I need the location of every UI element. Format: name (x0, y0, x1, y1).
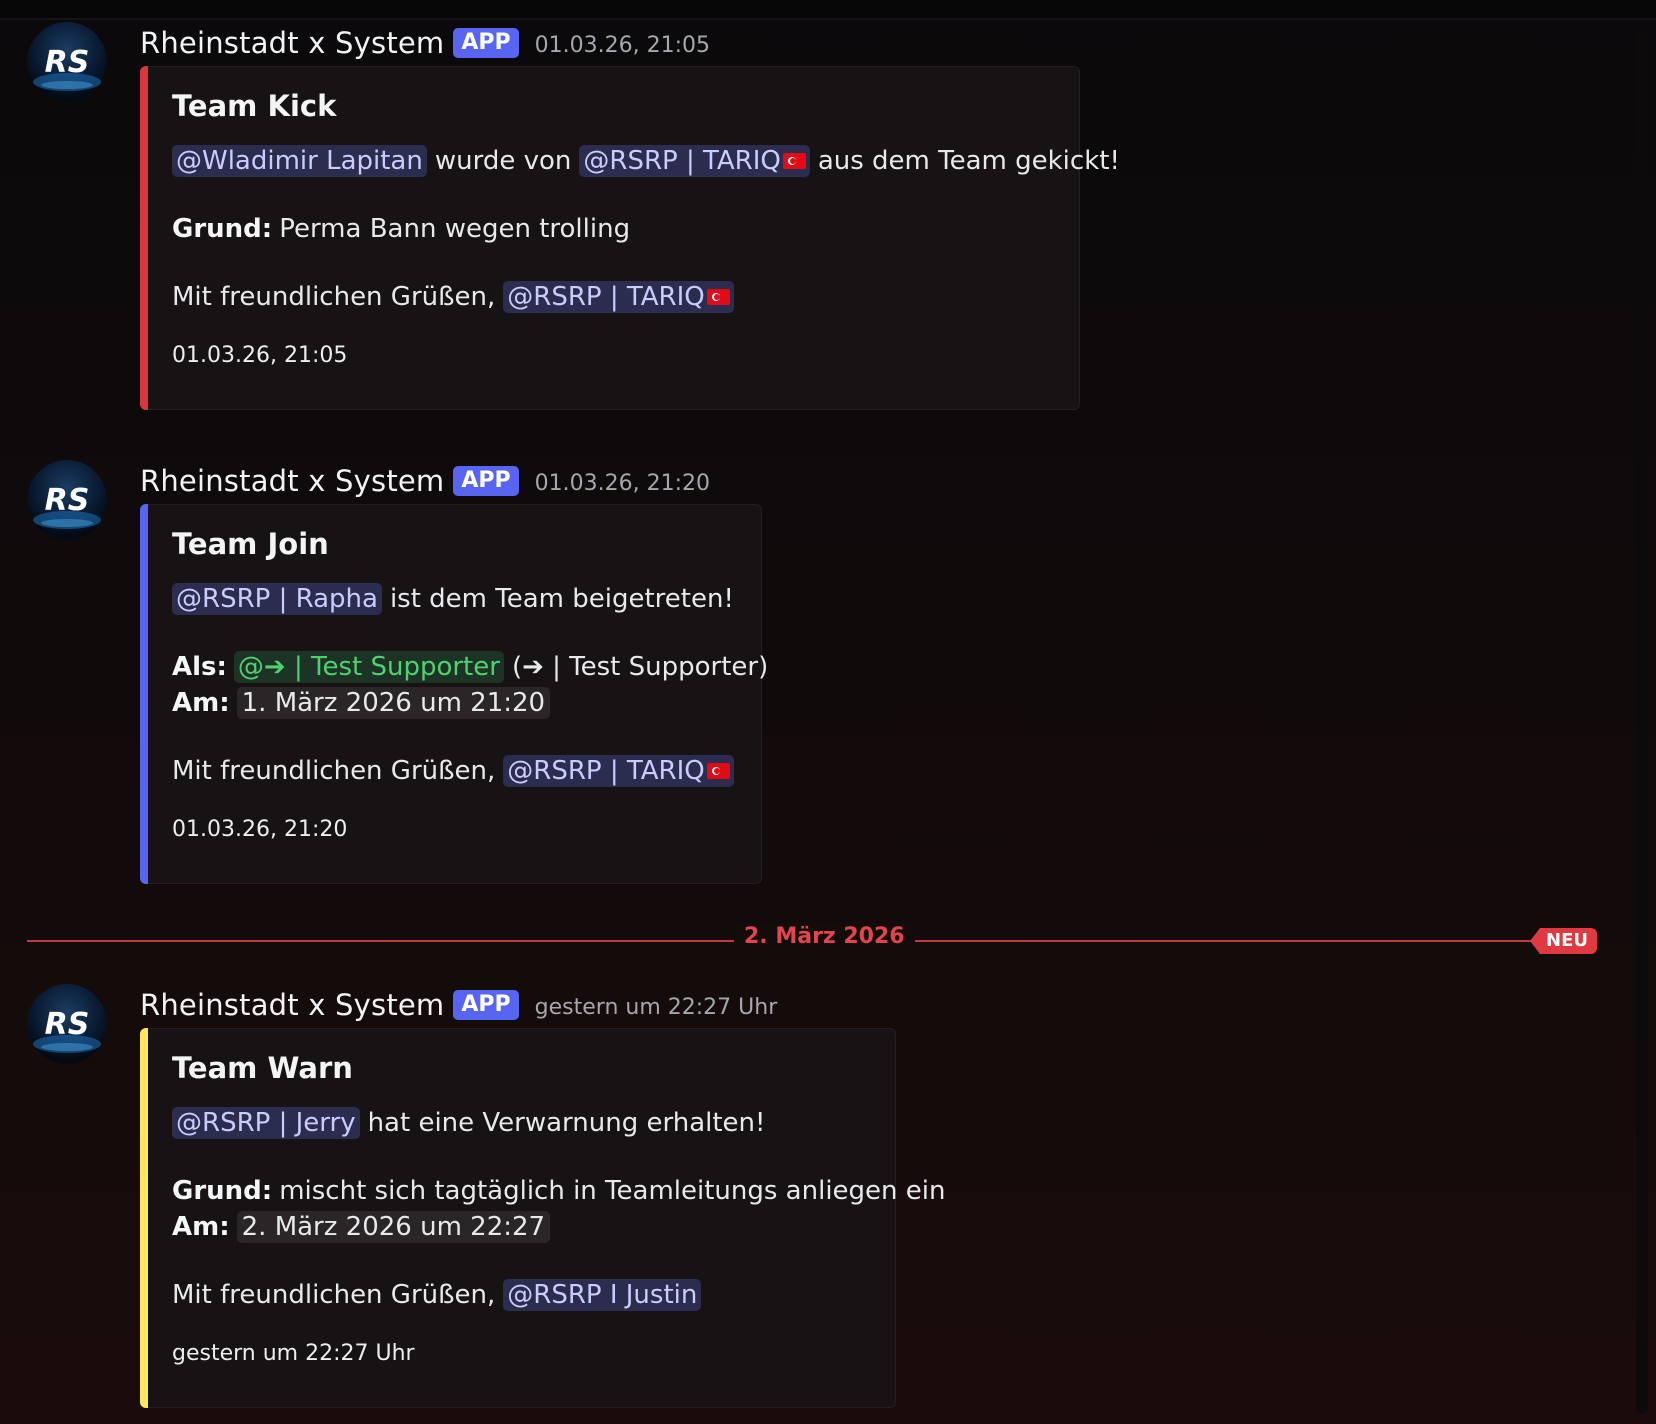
role-line: Als: @➔ | Test Supporter (➔ | Test Suppo… (172, 647, 768, 687)
greeting-text: Mit freundlichen Grüßen, (172, 1280, 496, 1310)
role-mention[interactable]: @➔ | Test Supporter (233, 651, 504, 683)
reason-line: Grund: mischt sich tagtäglich in Teamlei… (172, 1171, 945, 1211)
reason-text: Perma Bann wegen trolling (279, 214, 631, 244)
user-mention[interactable]: @RSRP | Jerry (172, 1107, 360, 1139)
description-text-end: aus dem Team gekickt! (817, 146, 1120, 176)
message-team-warn: RS Rheinstadt x System APP gestern um 22… (0, 984, 1600, 1408)
app-badge: APP (453, 990, 519, 1020)
app-badge: APP (453, 28, 519, 58)
top-bar (0, 0, 1656, 20)
svg-text:RS: RS (45, 483, 90, 518)
turkey-flag-icon (706, 763, 730, 779)
reason-label: Grund: (172, 1176, 273, 1206)
embed-description-line: @RSRP | Jerry hat eine Verwarnung erhalt… (172, 1103, 765, 1143)
date-line: Am: 1. März 2026 um 21:20 (172, 683, 551, 723)
greeting-line: Mit freundlichen Grüßen, @RSRP | TARIQ (172, 277, 742, 317)
app-badge: APP (453, 466, 519, 496)
embed-footer: gestern um 22:27 Uhr (172, 1341, 415, 1366)
date-value[interactable]: 1. März 2026 um 21:20 (236, 687, 551, 719)
date-line: Am: 2. März 2026 um 22:27 (172, 1207, 551, 1247)
mention-label: @RSRP | TARIQ (507, 756, 705, 786)
reason-text: mischt sich tagtäglich in Teamleitungs a… (279, 1176, 946, 1206)
user-mention[interactable]: @Wladimir Lapitan (172, 145, 427, 177)
embed-card: Team Kick @Wladimir Lapitan wurde von @R… (140, 66, 1120, 410)
embed-accent-bar (140, 66, 148, 410)
signature-mention[interactable]: @RSRP | TARIQ (503, 281, 734, 313)
author-name[interactable]: Rheinstadt x System (140, 464, 444, 498)
scrollbar-track[interactable] (1636, 30, 1648, 1414)
embed-footer: 01.03.26, 21:20 (172, 817, 348, 842)
embed-description-line: @Wladimir Lapitan wurde von @RSRP | TARI… (172, 141, 1120, 181)
embed-title: Team Warn (172, 1051, 353, 1085)
message-header: Rheinstadt x System APP 01.03.26, 21:20 (140, 462, 710, 500)
svg-text:RS: RS (45, 1007, 90, 1042)
message-timestamp[interactable]: 01.03.26, 21:05 (535, 33, 710, 58)
description-text: ist dem Team beigetreten! (389, 584, 734, 614)
svg-text:RS: RS (45, 45, 90, 80)
mention-label: @RSRP | TARIQ (583, 146, 781, 176)
message-team-join: RS Rheinstadt x System APP 01.03.26, 21:… (0, 460, 1600, 884)
embed-accent-bar (140, 1028, 148, 1408)
embed-card: Team Join @RSRP | Rapha ist dem Team bei… (140, 504, 768, 884)
reason-line: Grund: Perma Bann wegen trolling (172, 209, 630, 249)
date-value[interactable]: 2. März 2026 um 22:27 (236, 1211, 551, 1243)
turkey-flag-icon (782, 153, 806, 169)
new-badge[interactable]: NEU (1530, 928, 1597, 954)
embed-card: Team Warn @RSRP | Jerry hat eine Verwarn… (140, 1028, 945, 1408)
author-name[interactable]: Rheinstadt x System (140, 988, 444, 1022)
author-name[interactable]: Rheinstadt x System (140, 26, 444, 60)
message-timestamp[interactable]: gestern um 22:27 Uhr (535, 995, 778, 1020)
message-header: Rheinstadt x System APP gestern um 22:27… (140, 986, 777, 1024)
embed-accent-bar (140, 504, 148, 884)
message-timestamp[interactable]: 01.03.26, 21:20 (535, 471, 710, 496)
greeting-text: Mit freundlichen Grüßen, (172, 756, 496, 786)
embed-description-line: @RSRP | Rapha ist dem Team beigetreten! (172, 579, 734, 619)
role-label: Als: (172, 652, 227, 682)
user-mention-actor[interactable]: @RSRP | TARIQ (579, 145, 810, 177)
greeting-line: Mit freundlichen Grüßen, @RSRP I Justin (172, 1275, 709, 1315)
turkey-flag-icon (706, 289, 730, 305)
description-text: hat eine Verwarnung erhalten! (367, 1108, 766, 1138)
role-plain-text: (➔ | Test Supporter) (511, 652, 769, 682)
greeting-line: Mit freundlichen Grüßen, @RSRP | TARIQ (172, 751, 742, 791)
signature-mention[interactable]: @RSRP I Justin (503, 1279, 702, 1311)
greeting-text: Mit freundlichen Grüßen, (172, 282, 496, 312)
date-label: Am: (172, 1212, 230, 1242)
message-header: Rheinstadt x System APP 01.03.26, 21:05 (140, 24, 710, 62)
description-text: wurde von (434, 146, 572, 176)
rs-logo-avatar[interactable]: RS (27, 460, 107, 540)
signature-mention[interactable]: @RSRP | TARIQ (503, 755, 734, 787)
embed-title: Team Kick (172, 89, 337, 123)
user-mention[interactable]: @RSRP | Rapha (172, 583, 382, 615)
rs-logo-avatar[interactable]: RS (27, 22, 107, 102)
message-team-kick: RS Rheinstadt x System APP 01.03.26, 21:… (0, 22, 1600, 412)
embed-title: Team Join (172, 527, 329, 561)
reason-label: Grund: (172, 214, 273, 244)
divider-date: 2. März 2026 (734, 924, 915, 949)
embed-footer: 01.03.26, 21:05 (172, 343, 348, 368)
rs-logo-avatar[interactable]: RS (27, 984, 107, 1064)
date-label: Am: (172, 688, 230, 718)
mention-label: @RSRP | TARIQ (507, 282, 705, 312)
